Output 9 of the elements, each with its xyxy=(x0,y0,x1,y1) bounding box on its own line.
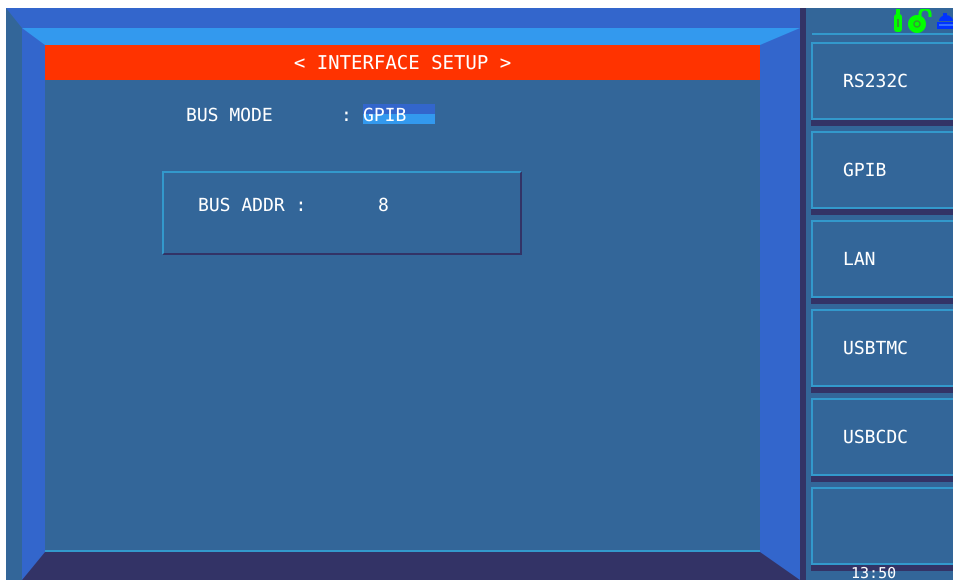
clock-time: 13:50 xyxy=(850,566,898,580)
separator: : xyxy=(341,104,353,126)
bus-mode-value[interactable]: GPIB xyxy=(363,104,435,126)
usb-drive-icon xyxy=(893,9,903,33)
unlocked-padlock-icon xyxy=(908,9,932,33)
screen-title: < INTERFACE SETUP > xyxy=(45,45,760,80)
bus-addr-value[interactable]: 8 xyxy=(378,195,389,216)
bus-mode-label: BUS MODE xyxy=(186,104,274,126)
bus-addr-label: BUS ADDR : xyxy=(198,195,308,216)
